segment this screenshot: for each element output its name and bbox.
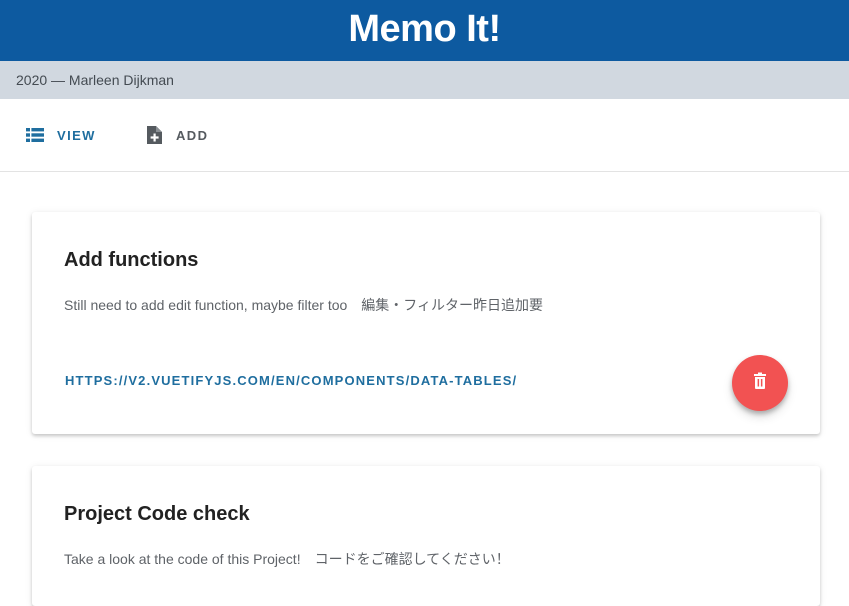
memo-link[interactable]: HTTPS://V2.VUETIFYJS.COM/EN/COMPONENTS/D… [65, 373, 517, 388]
note-add-icon [143, 124, 165, 146]
delete-button[interactable] [732, 355, 788, 411]
subheader: 2020 — Marleen Dijkman [0, 61, 849, 99]
memo-text: Take a look at the code of this Project!… [64, 551, 510, 567]
tab-add-label: ADD [176, 127, 209, 143]
app-title: Memo It! [348, 8, 501, 50]
app-header: Memo It! [0, 0, 849, 61]
memo-card: Add functions Still need to add edit fun… [32, 212, 820, 434]
memo-card: Project Code check Take a look at the co… [32, 466, 820, 606]
tab-view-label: VIEW [57, 127, 96, 143]
author-line: 2020 — Marleen Dijkman [16, 72, 174, 88]
view-list-icon [24, 124, 46, 146]
tab-bar: VIEW ADD [0, 99, 849, 172]
memo-title: Project Code check [64, 503, 250, 525]
tab-add[interactable]: ADD [143, 99, 208, 171]
memo-title: Add functions [64, 249, 199, 271]
trash-icon [750, 371, 770, 396]
memo-text: Still need to add edit function, maybe f… [64, 297, 544, 313]
tab-view[interactable]: VIEW [24, 99, 96, 171]
